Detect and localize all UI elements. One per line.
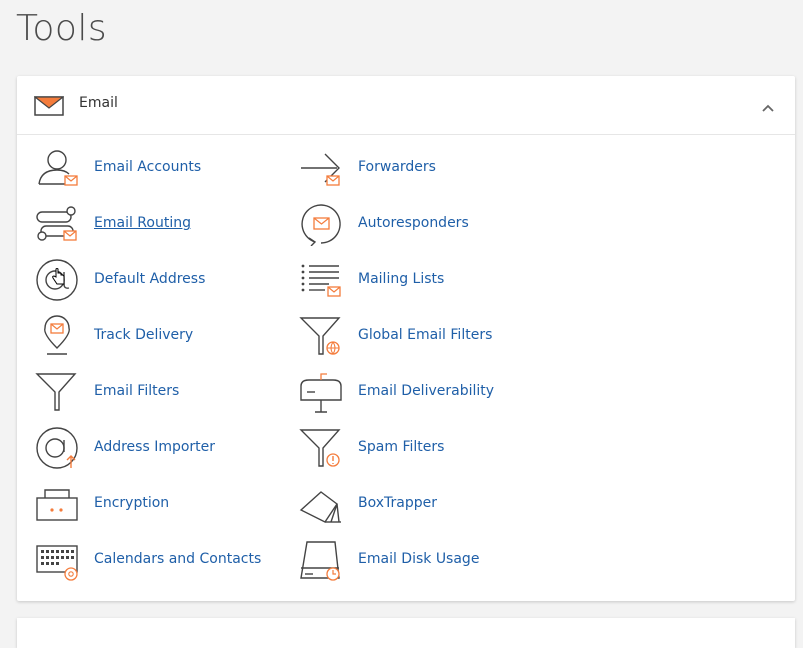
email-accounts-icon <box>38 150 78 186</box>
page-title: Tools <box>16 8 108 49</box>
tool-label: Default Address <box>94 271 206 287</box>
next-panel <box>17 618 795 648</box>
autoresponders-icon <box>301 204 341 246</box>
tool-label: Forwarders <box>358 159 436 175</box>
calendars-contacts-icon <box>36 545 78 581</box>
boxtrapper-icon <box>299 491 341 523</box>
tool-label: Global Email Filters <box>358 327 493 343</box>
tool-label: Email Deliverability <box>358 383 495 399</box>
address-importer-icon <box>36 427 78 469</box>
tool-label: Mailing Lists <box>358 271 445 287</box>
envelope-icon <box>33 96 65 121</box>
email-panel: Email Email Accounts Forwarders Email Ro… <box>17 76 795 601</box>
tool-label: Address Importer <box>94 439 216 455</box>
tool-label: Track Delivery <box>94 327 194 343</box>
tool-label: Email Disk Usage <box>358 551 480 567</box>
global-email-filters-icon <box>299 317 341 355</box>
email-panel-title: Email <box>79 95 118 111</box>
email-deliverability-icon <box>300 373 342 413</box>
mailing-lists-icon <box>301 264 341 297</box>
tool-label: BoxTrapper <box>358 495 437 511</box>
tool-label: Email Routing <box>94 215 191 231</box>
track-delivery-icon <box>44 315 70 355</box>
forwarders-icon <box>301 153 340 186</box>
email-filters-icon <box>35 373 77 411</box>
email-routing-icon <box>36 206 77 241</box>
tool-label: Email Filters <box>94 383 180 399</box>
tool-label: Email Accounts <box>94 159 202 175</box>
email-panel-header[interactable]: Email <box>17 76 795 135</box>
tool-label: Spam Filters <box>358 439 445 455</box>
tool-label: Encryption <box>94 495 170 511</box>
tool-label: Calendars and Contacts <box>94 551 262 567</box>
encryption-icon <box>36 489 78 521</box>
chevron-up-icon[interactable] <box>761 100 775 118</box>
email-disk-usage-icon <box>300 541 340 581</box>
spam-filters-icon <box>299 429 341 467</box>
hand-cursor-icon <box>52 268 66 291</box>
tool-label: Autoresponders <box>358 215 469 231</box>
